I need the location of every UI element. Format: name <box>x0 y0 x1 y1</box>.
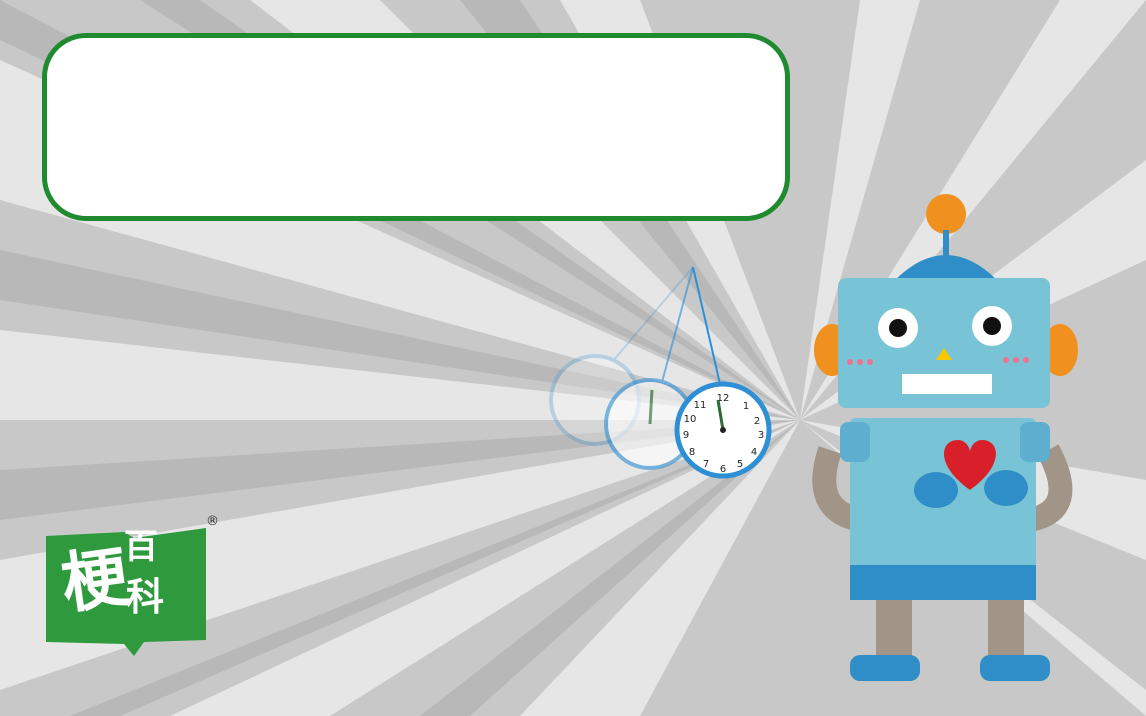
svg-text:11: 11 <box>694 400 707 411</box>
svg-text:6: 6 <box>720 464 726 475</box>
pendulum-clock-icon: 1212 345 678 91011 <box>549 266 772 479</box>
logo-char-2: 百 <box>124 527 158 567</box>
svg-text:8: 8 <box>689 447 695 458</box>
svg-text:4: 4 <box>751 447 757 458</box>
registered-mark: ® <box>206 514 219 529</box>
logo-char-3: 科 <box>126 575 165 619</box>
svg-text:5: 5 <box>737 459 743 470</box>
robot-illustration <box>812 194 1078 681</box>
speech-bubble <box>42 33 790 221</box>
svg-text:7: 7 <box>703 459 709 470</box>
svg-text:2: 2 <box>754 416 760 427</box>
svg-text:10: 10 <box>684 414 697 425</box>
svg-text:9: 9 <box>683 430 689 441</box>
svg-text:1: 1 <box>743 401 749 412</box>
logo-char-1: 梗 <box>56 537 133 624</box>
svg-text:3: 3 <box>758 430 764 441</box>
